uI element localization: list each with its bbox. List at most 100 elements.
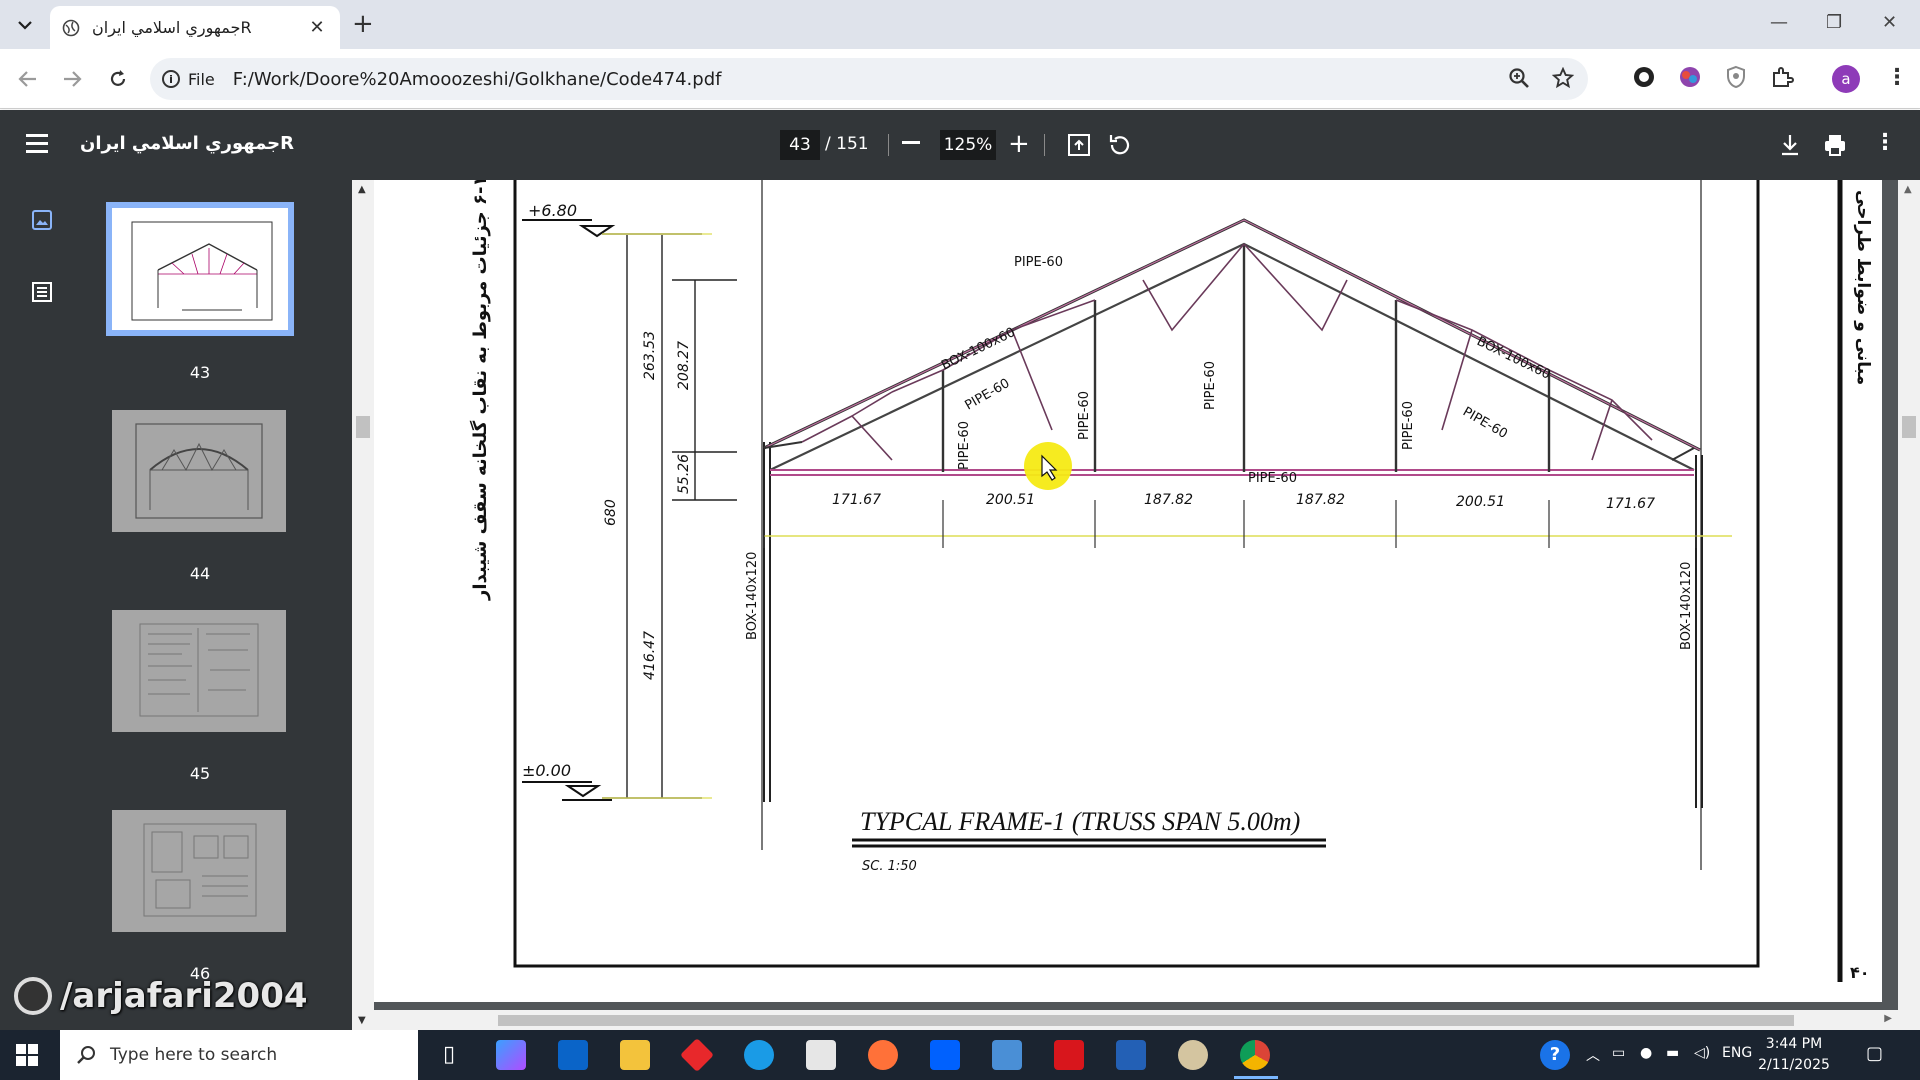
pipe-label: PIPE-60 [1014,255,1063,270]
browser-menu-icon[interactable]: ⋮ [1886,65,1908,91]
zoom-level-input[interactable]: 125% [940,130,996,160]
extension-circle-icon[interactable] [1632,65,1656,89]
scroll-up-icon[interactable]: ▲ [358,184,366,195]
restore-icon[interactable]: ❐ [1826,12,1842,33]
dim-truss-height: 208.27 [676,341,692,390]
thumbnail-page-number: 43 [189,363,211,382]
span-dim: 200.51 [986,492,1035,508]
active-app-indicator [1234,1076,1278,1079]
thumbnail-page-number: 44 [189,564,211,583]
channel-watermark: /arjafari2004 [14,976,308,1016]
horizontal-scrollbar[interactable]: ◀ ▶ [352,1010,1898,1030]
anydesk-icon[interactable] [680,1038,714,1072]
arrow-left-icon [18,71,36,87]
arrow-right-icon [64,71,82,87]
sidebar-scrollbar[interactable]: ▲ ▼ [352,180,374,1030]
meet-now-icon[interactable]: ▭ [1612,1045,1625,1061]
pdf-page: +6.80 ±0.00 680 263.53 208.27 55.26 416.… [372,125,1882,1002]
puzzle-extensions-icon[interactable] [1770,65,1794,89]
url-text[interactable]: F:/Work/Doore%20Amooozeshi/Golkhane/Code… [233,69,722,90]
task-view-icon[interactable]: ▯ [434,1040,464,1070]
horizontal-scroll-thumb[interactable] [498,1015,1794,1026]
active-tab[interactable]: جمهوري اسلامي ايرانR ✕ [50,6,340,49]
taskbar-search-box[interactable]: Type here to search [60,1030,418,1080]
acrobat-icon[interactable] [1054,1040,1084,1070]
system-clock[interactable]: 3:44 PM 2/11/2025 [1754,1034,1834,1076]
notifications-icon[interactable]: ▢ [1866,1043,1883,1064]
pdf-more-menu-icon[interactable]: ⋮ [1874,130,1896,155]
pdf-toolbar: جمهوري اسلامي ايرانR 43 / 151 125% + ⋮ [0,110,1920,180]
file-explorer-icon[interactable] [620,1040,650,1070]
battery-icon[interactable]: ▬ [1666,1045,1679,1061]
profile-avatar[interactable]: a [1832,65,1860,93]
new-tab-button[interactable]: + [352,11,374,37]
sidebar-toggle-menu-icon[interactable] [26,134,48,158]
drawing-scale: SC. 1:50 [862,859,917,874]
toolbar-divider [1044,134,1045,156]
shield-extension-icon[interactable] [1724,65,1748,89]
copilot-icon[interactable] [496,1040,526,1070]
sap-icon[interactable] [1116,1040,1146,1070]
thumbnails-view-icon[interactable] [30,208,54,232]
span-dim: 187.82 [1296,492,1345,508]
scroll-right-icon[interactable]: ▶ [1884,1013,1892,1024]
outline-view-icon[interactable] [30,280,54,304]
paint-icon[interactable] [1178,1040,1208,1070]
chevron-up-icon[interactable]: ︿ [1586,1045,1600,1065]
chrome-icon[interactable] [1240,1040,1270,1070]
store-icon[interactable] [806,1040,836,1070]
microphone-icon[interactable]: ● [1640,1045,1652,1061]
scroll-down-icon[interactable]: ▼ [358,1015,366,1026]
pdf-viewer[interactable]: +6.80 ±0.00 680 263.53 208.27 55.26 416.… [352,125,1920,1030]
box-label: BOX-100x60 [1474,334,1553,383]
extension-brain-icon[interactable] [1678,65,1702,89]
calculator-icon[interactable] [992,1040,1022,1070]
thumbnail-page-46[interactable] [112,810,286,932]
close-window-icon[interactable]: ✕ [1882,12,1897,33]
zoom-icon[interactable] [1508,67,1530,89]
reload-button[interactable] [102,63,134,95]
reload-icon [110,70,126,86]
thumbnail-page-43[interactable] [106,202,294,336]
vertical-scroll-thumb[interactable] [1902,416,1916,438]
info-icon: i [162,70,180,88]
download-icon[interactable] [1778,132,1802,158]
firefox-icon[interactable] [868,1040,898,1070]
sidebar-scroll-thumb[interactable] [356,416,370,438]
globe-icon [62,19,80,36]
right-side-caption: مبانی و ضوابط طراحی [1853,190,1873,385]
vertical-scrollbar[interactable]: ▲ [1898,180,1920,1030]
drawing-title: TYPCAL FRAME-1 (TRUSS SPAN 5.00m) [860,807,1300,836]
minimize-icon[interactable]: — [1770,12,1788,33]
address-bar[interactable]: i File F:/Work/Doore%20Amooozeshi/Golkha… [150,58,1588,100]
browser-toolbar: i File F:/Work/Doore%20Amooozeshi/Golkha… [0,49,1920,109]
box-label: BOX-100x60 [939,325,1018,374]
close-tab-icon[interactable]: ✕ [306,17,328,38]
thumbnail-page-45[interactable] [112,610,286,732]
rotate-icon[interactable] [1106,132,1132,158]
input-language[interactable]: ENG [1722,1045,1752,1061]
scroll-up-icon[interactable]: ▲ [1904,184,1912,195]
volume-icon[interactable]: ◁) [1694,1045,1710,1061]
dim-truss-depth: 55.26 [676,454,692,494]
dropbox-icon[interactable] [930,1040,960,1070]
outlook-icon[interactable] [558,1040,588,1070]
help-icon[interactable]: ? [1540,1040,1570,1070]
fit-to-page-icon[interactable] [1066,132,1092,158]
thumbnail-page-44[interactable] [112,410,286,532]
zoom-out-button[interactable] [902,141,920,144]
bookmark-star-icon[interactable] [1552,67,1574,89]
pipe-label: PIPE-60 [963,376,1013,413]
forward-button[interactable] [56,63,88,95]
windows-start-icon[interactable] [16,1044,38,1066]
zoom-in-button[interactable]: + [1008,131,1030,157]
edge-icon[interactable] [744,1040,774,1070]
back-button[interactable] [12,63,44,95]
thumbnail-preview [139,623,259,717]
tab-search-button[interactable] [8,10,42,40]
span-dim: 200.51 [1456,494,1505,510]
page-number-input[interactable]: 43 [780,130,820,160]
print-icon[interactable] [1822,132,1848,158]
site-info-chip[interactable]: i File [162,70,215,89]
clock-time: 3:44 PM [1765,1036,1823,1052]
